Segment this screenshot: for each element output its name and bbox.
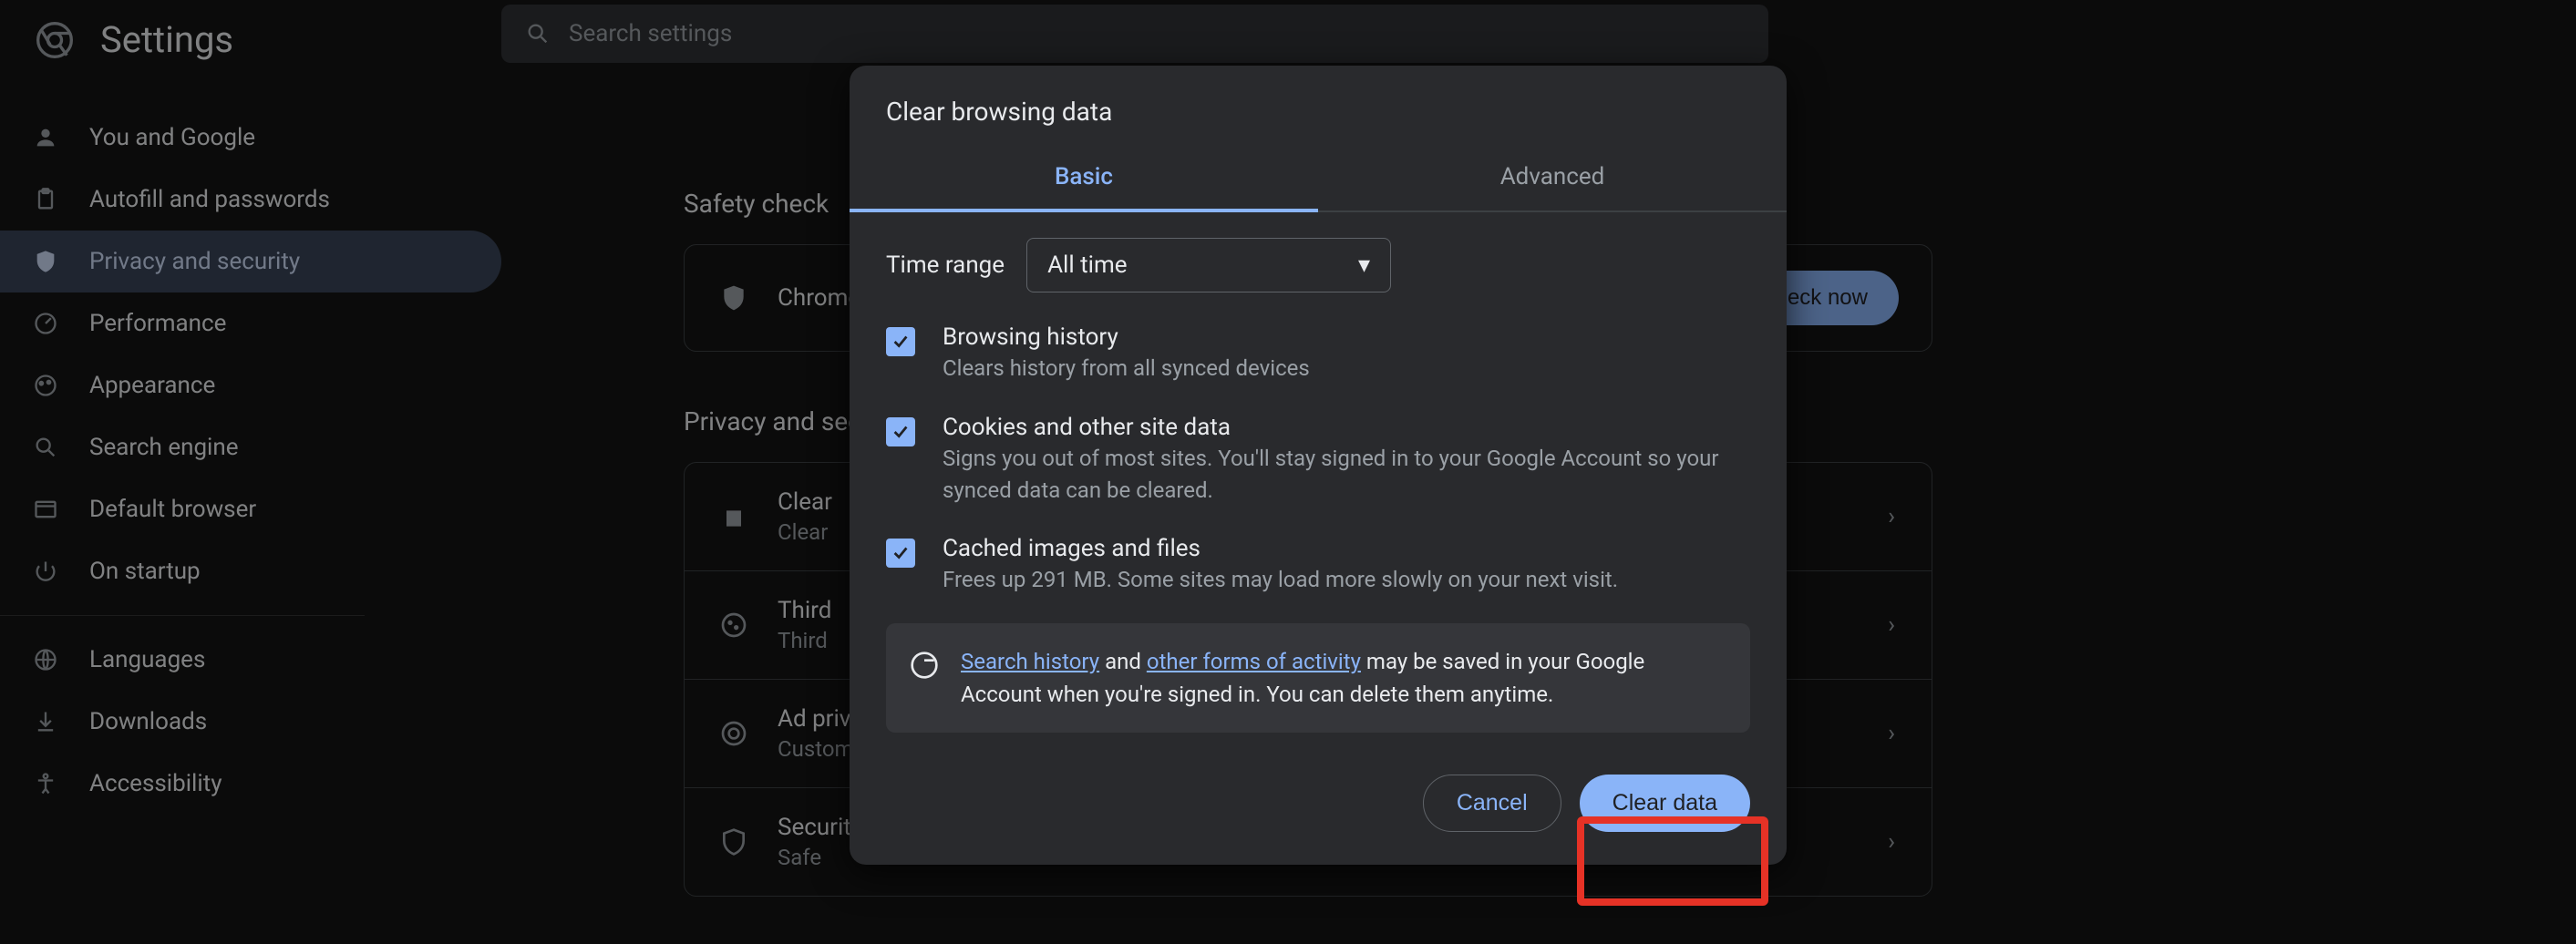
cancel-button[interactable]: Cancel bbox=[1423, 775, 1561, 832]
window-icon bbox=[31, 495, 60, 524]
other-activity-link[interactable]: other forms of activity bbox=[1147, 649, 1361, 674]
option-desc: Signs you out of most sites. You'll stay… bbox=[943, 443, 1750, 507]
chevron-right-icon: › bbox=[1888, 611, 1895, 639]
checkbox-checked-icon[interactable] bbox=[886, 327, 915, 356]
chevron-right-icon: › bbox=[1888, 828, 1895, 856]
time-range-select[interactable]: All time ▾ bbox=[1026, 238, 1391, 292]
sidebar-item-languages[interactable]: Languages bbox=[0, 629, 501, 691]
search-settings-input[interactable]: Search settings bbox=[501, 5, 1768, 63]
shield-icon bbox=[31, 247, 60, 276]
person-icon bbox=[31, 123, 60, 152]
option-desc: Frees up 291 MB. Some sites may load mor… bbox=[943, 564, 1618, 596]
tab-advanced[interactable]: Advanced bbox=[1318, 145, 1787, 212]
sidebar-item-label: Accessibility bbox=[89, 770, 222, 797]
cached-images-option[interactable]: Cached images and files Frees up 291 MB.… bbox=[886, 520, 1750, 611]
cookie-icon bbox=[717, 609, 750, 641]
palette-icon bbox=[31, 371, 60, 400]
option-title: Browsing history bbox=[943, 323, 1310, 351]
accessibility-icon bbox=[31, 769, 60, 798]
sidebar-item-label: Performance bbox=[89, 310, 226, 337]
sidebar-item-downloads[interactable]: Downloads bbox=[0, 691, 501, 753]
chevron-right-icon: › bbox=[1888, 720, 1895, 747]
google-icon bbox=[910, 651, 939, 680]
chevron-right-icon: › bbox=[1888, 503, 1895, 530]
search-icon bbox=[525, 21, 551, 46]
time-range-label: Time range bbox=[886, 251, 1005, 279]
speedometer-icon bbox=[31, 309, 60, 338]
sidebar-item-label: Autofill and passwords bbox=[89, 186, 330, 213]
sidebar-item-on-startup[interactable]: On startup bbox=[0, 540, 501, 602]
option-title: Cached images and files bbox=[943, 535, 1618, 562]
option-desc: Clears history from all synced devices bbox=[943, 353, 1310, 385]
sidebar-item-performance[interactable]: Performance bbox=[0, 292, 501, 354]
option-title: Cookies and other site data bbox=[943, 414, 1750, 441]
sidebar-item-autofill[interactable]: Autofill and passwords bbox=[0, 169, 501, 231]
browsing-history-option[interactable]: Browsing history Clears history from all… bbox=[886, 309, 1750, 399]
sidebar: You and Google Autofill and passwords Pr… bbox=[0, 79, 501, 897]
sidebar-item-label: Default browser bbox=[89, 496, 256, 523]
google-account-info: Search history and other forms of activi… bbox=[886, 623, 1750, 733]
sidebar-item-label: Appearance bbox=[89, 372, 215, 399]
sidebar-item-accessibility[interactable]: Accessibility bbox=[0, 753, 501, 815]
clear-data-button[interactable]: Clear data bbox=[1580, 775, 1750, 832]
clear-browsing-data-dialog: Clear browsing data Basic Advanced Time … bbox=[850, 66, 1787, 865]
dialog-tabs: Basic Advanced bbox=[850, 145, 1787, 212]
shield-check-icon bbox=[717, 282, 750, 314]
safety-text: Chrome bbox=[778, 284, 860, 312]
sidebar-item-privacy[interactable]: Privacy and security bbox=[0, 231, 501, 292]
sidebar-item-you-and-google[interactable]: You and Google bbox=[0, 107, 501, 169]
globe-icon bbox=[31, 645, 60, 674]
checkbox-checked-icon[interactable] bbox=[886, 417, 915, 446]
sidebar-item-label: Search engine bbox=[89, 434, 239, 461]
download-icon bbox=[31, 707, 60, 736]
sidebar-item-appearance[interactable]: Appearance bbox=[0, 354, 501, 416]
info-text: Search history and other forms of activi… bbox=[961, 645, 1726, 711]
cookies-option[interactable]: Cookies and other site data Signs you ou… bbox=[886, 399, 1750, 521]
tab-basic[interactable]: Basic bbox=[850, 145, 1318, 212]
sidebar-item-label: Privacy and security bbox=[89, 248, 300, 275]
search-placeholder: Search settings bbox=[569, 20, 732, 47]
sidebar-item-label: You and Google bbox=[89, 124, 255, 151]
sidebar-item-label: Downloads bbox=[89, 708, 207, 735]
trash-icon bbox=[717, 500, 750, 533]
clipboard-icon bbox=[31, 185, 60, 214]
power-icon bbox=[31, 557, 60, 586]
sidebar-item-search-engine[interactable]: Search engine bbox=[0, 416, 501, 478]
checkbox-checked-icon[interactable] bbox=[886, 539, 915, 568]
sidebar-item-default-browser[interactable]: Default browser bbox=[0, 478, 501, 540]
search-icon bbox=[31, 433, 60, 462]
dialog-title: Clear browsing data bbox=[850, 66, 1787, 145]
sidebar-item-label: Languages bbox=[89, 646, 205, 673]
page-title: Settings bbox=[100, 18, 233, 61]
search-history-link[interactable]: Search history bbox=[961, 649, 1099, 674]
chrome-logo-icon bbox=[36, 22, 73, 58]
shield-icon bbox=[717, 826, 750, 858]
sidebar-item-label: On startup bbox=[89, 558, 201, 585]
time-range-value: All time bbox=[1047, 251, 1127, 279]
chevron-down-icon: ▾ bbox=[1358, 251, 1370, 279]
target-icon bbox=[717, 717, 750, 750]
divider bbox=[0, 615, 365, 616]
